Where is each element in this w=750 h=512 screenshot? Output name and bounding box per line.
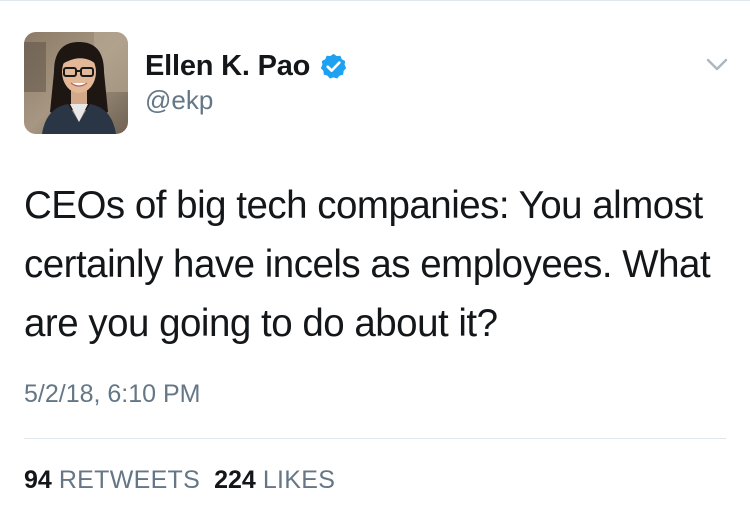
tweet-text: CEOs of big tech companies: You almost c… (24, 184, 711, 345)
verified-badge-icon (319, 52, 348, 81)
retweets-count: 94 (24, 466, 52, 494)
likes-count: 224 (214, 466, 256, 494)
tweet-stats: 94 RETWEETS 224 LIKES (24, 466, 335, 495)
author-display-name[interactable]: Ellen K. Pao (145, 50, 310, 83)
tweet-timestamp[interactable]: 5/2/18, 6:10 PM (24, 380, 201, 409)
top-divider (0, 0, 750, 1)
likes-label: LIKES (262, 466, 336, 494)
avatar[interactable] (24, 32, 128, 134)
avatar-image (24, 32, 128, 134)
chevron-down-icon[interactable] (705, 56, 729, 74)
tweet-detail: Ellen K. Pao @ekp CEOs of big tech compa… (0, 0, 750, 512)
retweets-stat[interactable]: 94 RETWEETS (24, 466, 200, 495)
stats-divider (24, 438, 726, 439)
author-handle[interactable]: @ekp (145, 85, 213, 116)
retweets-label: RETWEETS (58, 466, 201, 494)
author-name-row: Ellen K. Pao (145, 48, 348, 84)
likes-stat[interactable]: 224 LIKES (214, 466, 335, 495)
